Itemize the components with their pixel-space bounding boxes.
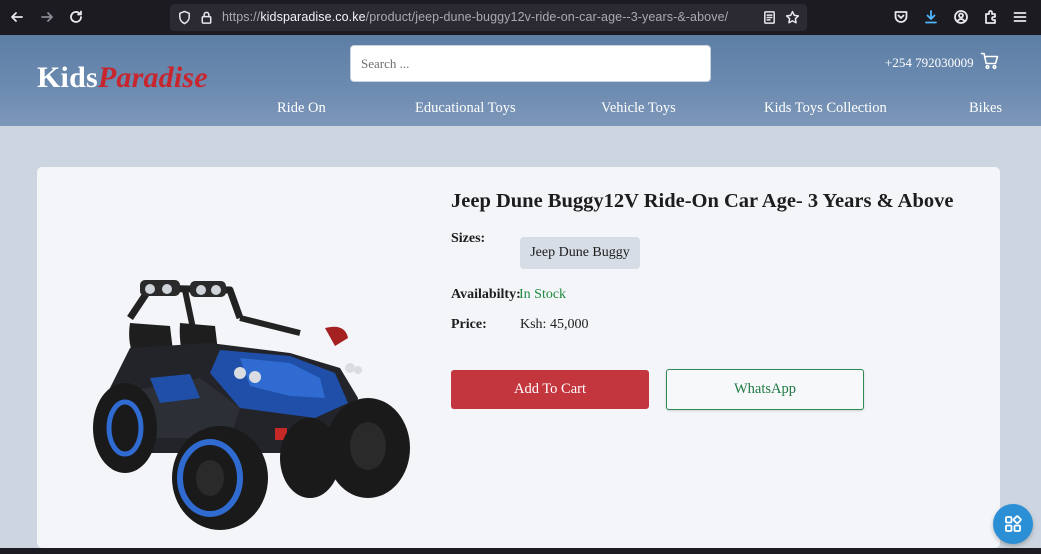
window-bottom-edge [0, 548, 1041, 554]
lock-icon[interactable] [199, 10, 214, 25]
site-header: KidsParadise +254 792030009 Ride On Educ… [0, 35, 1041, 126]
grid-widget-icon[interactable] [993, 504, 1033, 544]
nav-educational-toys[interactable]: Educational Toys [415, 100, 516, 117]
add-to-cart-button[interactable]: Add To Cart [451, 370, 649, 409]
bookmark-star-icon[interactable] [785, 10, 800, 25]
search-input[interactable] [350, 45, 711, 82]
availability-label: Availabilty: [451, 287, 521, 302]
url-scheme: https:// [222, 10, 261, 24]
url-path: /product/jeep-dune-buggy12v-ride-on-car-… [365, 10, 729, 24]
download-icon[interactable] [920, 6, 942, 28]
pocket-icon[interactable] [890, 6, 912, 28]
reload-icon[interactable] [65, 6, 87, 28]
nav-kids-toys-collection[interactable]: Kids Toys Collection [764, 100, 887, 117]
whatsapp-button[interactable]: WhatsApp [666, 369, 864, 410]
nav-ride-on[interactable]: Ride On [277, 100, 326, 117]
nav-bikes[interactable]: Bikes [969, 100, 1002, 117]
cart-icon[interactable] [980, 51, 1002, 73]
url-text[interactable]: https://kidsparadise.co.ke/product/jeep-… [222, 10, 728, 24]
price-label: Price: [451, 317, 487, 332]
phone-number[interactable]: +254 792030009 [885, 55, 974, 71]
forward-icon[interactable] [36, 6, 58, 28]
back-icon[interactable] [6, 6, 28, 28]
logo-paradise: Paradise [97, 61, 208, 94]
url-host: kidsparadise.co.ke [260, 10, 366, 24]
price-value: Ksh: 45,000 [520, 317, 589, 332]
sizes-label: Sizes: [451, 231, 486, 246]
reader-view-icon[interactable] [762, 10, 777, 25]
nav-vehicle-toys[interactable]: Vehicle Toys [601, 100, 676, 117]
size-option-jeep-dune-buggy[interactable]: Jeep Dune Buggy [520, 237, 640, 269]
extensions-icon[interactable] [980, 6, 1002, 28]
logo-kids: Kids [37, 61, 98, 94]
account-icon[interactable] [950, 6, 972, 28]
product-title: Jeep Dune Buggy12V Ride-On Car Age- 3 Ye… [451, 190, 954, 212]
browser-toolbar: https://kidsparadise.co.ke/product/jeep-… [0, 0, 1041, 35]
shield-icon[interactable] [177, 10, 192, 25]
address-bar[interactable]: https://kidsparadise.co.ke/product/jeep-… [170, 4, 807, 31]
site-logo[interactable]: KidsParadise [37, 61, 208, 95]
availability-status: In Stock [519, 287, 567, 302]
menu-icon[interactable] [1009, 6, 1031, 28]
product-image[interactable] [90, 278, 412, 530]
